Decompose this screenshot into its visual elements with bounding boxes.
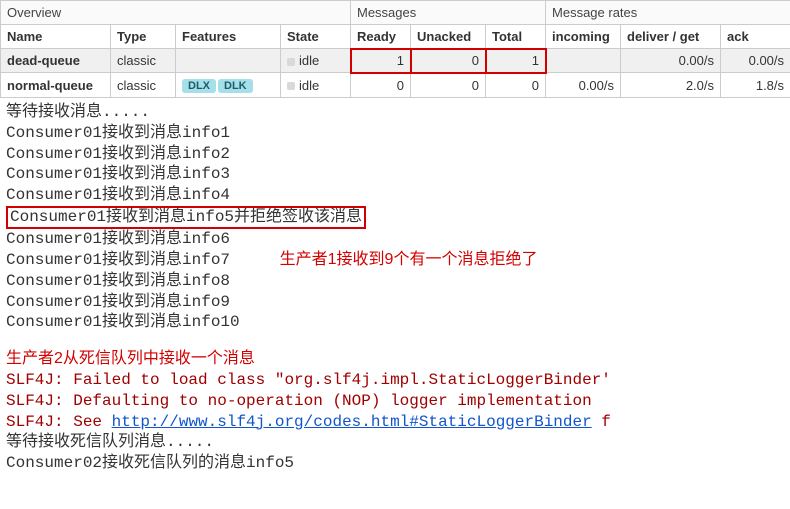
col-incoming[interactable]: incoming (546, 25, 621, 49)
queue-type: classic (111, 49, 176, 73)
queue-incoming (546, 49, 621, 73)
queue-state: idle (281, 49, 351, 73)
queue-unacked: 0 (411, 73, 486, 98)
log-line: Consumer01接收到消息info4 (6, 185, 784, 206)
state-dot-icon (287, 82, 295, 90)
col-total[interactable]: Total (486, 25, 546, 49)
column-header-row: Name Type Features State Ready Unacked T… (1, 25, 790, 49)
table-row[interactable]: normal-queue classic DLXDLK idle 0 0 0 0… (1, 73, 790, 98)
queue-deliver: 2.0/s (621, 73, 721, 98)
log-line: Consumer01接收到消息info9 (6, 292, 784, 313)
group-rates: Message rates (546, 1, 790, 25)
log-line: Consumer01接收到消息info5并拒绝签收该消息 (6, 206, 784, 229)
console-output-2: 生产者2从死信队列中接收一个消息 SLF4J: Failed to load c… (0, 345, 790, 478)
queue-deliver: 0.00/s (621, 49, 721, 73)
group-overview: Overview (1, 1, 351, 25)
log-line: SLF4J: Defaulting to no-operation (NOP) … (6, 391, 784, 412)
col-state[interactable]: State (281, 25, 351, 49)
annotation-text: 生产者2从死信队列中接收一个消息 (6, 349, 784, 370)
col-ack[interactable]: ack (721, 25, 790, 49)
queue-incoming: 0.00/s (546, 73, 621, 98)
queue-state: idle (281, 73, 351, 98)
log-line: SLF4J: Failed to load class "org.slf4j.i… (6, 370, 784, 391)
log-line: Consumer02接收死信队列的消息info5 (6, 453, 784, 474)
col-name[interactable]: Name (1, 25, 111, 49)
queue-ready: 1 (351, 49, 411, 73)
col-deliver[interactable]: deliver / get (621, 25, 721, 49)
log-line: Consumer01接收到消息info2 (6, 144, 784, 165)
feature-badge-dlx: DLX (182, 79, 216, 93)
log-line: 等待接收消息..... (6, 102, 784, 123)
queue-type: classic (111, 73, 176, 98)
queue-name[interactable]: dead-queue (1, 49, 111, 73)
queue-ack: 1.8/s (721, 73, 790, 98)
group-header-row: Overview Messages Message rates (1, 1, 790, 25)
console-output-1: 等待接收消息..... Consumer01接收到消息info1 Consume… (0, 98, 790, 337)
log-line: Consumer01接收到消息info6 (6, 229, 784, 250)
slf4j-link[interactable]: http://www.slf4j.org/codes.html#StaticLo… (112, 413, 592, 431)
log-line: SLF4J: See http://www.slf4j.org/codes.ht… (6, 412, 784, 433)
table-row[interactable]: dead-queue classic idle 1 0 1 0.00/s 0.0… (1, 49, 790, 73)
col-unacked[interactable]: Unacked (411, 25, 486, 49)
log-line: Consumer01接收到消息info8 (6, 271, 784, 292)
log-line: 等待接收死信队列消息..... (6, 432, 784, 453)
queues-table: Overview Messages Message rates Name Typ… (0, 0, 790, 98)
queue-ready: 0 (351, 73, 411, 98)
log-line: Consumer01接收到消息info7 生产者1接收到9个有一个消息拒绝了 (6, 250, 784, 271)
queue-features (176, 49, 281, 73)
col-type[interactable]: Type (111, 25, 176, 49)
queue-unacked: 0 (411, 49, 486, 73)
queue-total: 1 (486, 49, 546, 73)
annotation-text: 生产者1接收到9个有一个消息拒绝了 (280, 250, 538, 271)
col-features[interactable]: Features (176, 25, 281, 49)
queue-total: 0 (486, 73, 546, 98)
queue-features: DLXDLK (176, 73, 281, 98)
group-messages: Messages (351, 1, 546, 25)
queue-name[interactable]: normal-queue (1, 73, 111, 98)
log-line: Consumer01接收到消息info10 (6, 312, 784, 333)
queue-ack: 0.00/s (721, 49, 790, 73)
col-ready[interactable]: Ready (351, 25, 411, 49)
log-line: Consumer01接收到消息info1 (6, 123, 784, 144)
feature-badge-dlk: DLK (218, 79, 253, 93)
highlighted-log: Consumer01接收到消息info5并拒绝签收该消息 (6, 206, 366, 229)
log-line: Consumer01接收到消息info3 (6, 164, 784, 185)
state-dot-icon (287, 58, 295, 66)
